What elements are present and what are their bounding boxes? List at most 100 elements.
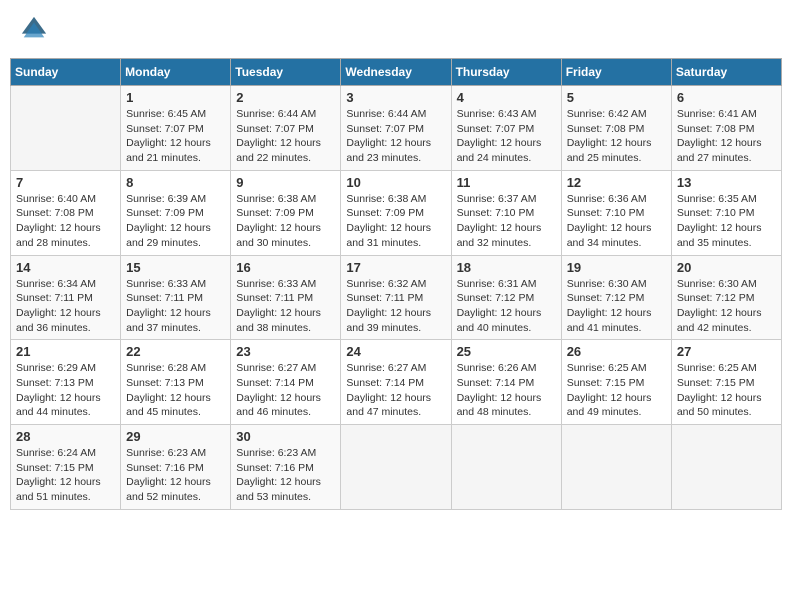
day-info: Sunrise: 6:30 AMSunset: 7:12 PMDaylight:… <box>567 277 666 336</box>
calendar-cell: 25Sunrise: 6:26 AMSunset: 7:14 PMDayligh… <box>451 340 561 425</box>
day-info: Sunrise: 6:24 AMSunset: 7:15 PMDaylight:… <box>16 446 115 505</box>
calendar-header-monday: Monday <box>121 59 231 86</box>
day-number: 12 <box>567 175 666 190</box>
day-info: Sunrise: 6:44 AMSunset: 7:07 PMDaylight:… <box>346 107 445 166</box>
day-number: 10 <box>346 175 445 190</box>
calendar-header-wednesday: Wednesday <box>341 59 451 86</box>
day-info: Sunrise: 6:35 AMSunset: 7:10 PMDaylight:… <box>677 192 776 251</box>
logo-icon <box>20 15 48 43</box>
calendar-cell: 3 Sunrise: 6:44 AMSunset: 7:07 PMDaylight… <box>341 86 451 171</box>
calendar-header-saturday: Saturday <box>671 59 781 86</box>
calendar-cell: 15 Sunrise: 6:33 AMSunset: 7:11 PMDayligh… <box>121 255 231 340</box>
day-number: 17 <box>346 260 445 275</box>
day-info: Sunrise: 6:25 AMSunset: 7:15 PMDaylight:… <box>677 361 776 420</box>
calendar-header-tuesday: Tuesday <box>231 59 341 86</box>
calendar-cell: 5 Sunrise: 6:42 AMSunset: 7:08 PMDaylight… <box>561 86 671 171</box>
day-info: Sunrise: 6:37 AMSunset: 7:10 PMDaylight:… <box>457 192 556 251</box>
calendar-cell <box>561 425 671 510</box>
calendar-table: SundayMondayTuesdayWednesdayThursdayFrid… <box>10 58 782 510</box>
day-number: 8 <box>126 175 225 190</box>
day-info: Sunrise: 6:33 AMSunset: 7:11 PMDaylight:… <box>126 277 225 336</box>
day-info: Sunrise: 6:44 AMSunset: 7:07 PMDaylight:… <box>236 107 335 166</box>
day-number: 1 <box>126 90 225 105</box>
day-info: Sunrise: 6:43 AMSunset: 7:07 PMDaylight:… <box>457 107 556 166</box>
day-info: Sunrise: 6:42 AMSunset: 7:08 PMDaylight:… <box>567 107 666 166</box>
day-number: 11 <box>457 175 556 190</box>
calendar-cell: 27 Sunrise: 6:25 AMSunset: 7:15 PMDayligh… <box>671 340 781 425</box>
calendar-cell: 19 Sunrise: 6:30 AMSunset: 7:12 PMDayligh… <box>561 255 671 340</box>
day-info: Sunrise: 6:38 AMSunset: 7:09 PMDaylight:… <box>236 192 335 251</box>
calendar-cell: 7 Sunrise: 6:40 AMSunset: 7:08 PMDaylight… <box>11 170 121 255</box>
calendar-cell: 12 Sunrise: 6:36 AMSunset: 7:10 PMDayligh… <box>561 170 671 255</box>
calendar-cell: 10Sunrise: 6:38 AMSunset: 7:09 PMDayligh… <box>341 170 451 255</box>
calendar-cell: 24 Sunrise: 6:27 AMSunset: 7:14 PMDayligh… <box>341 340 451 425</box>
calendar-cell: 17Sunrise: 6:32 AMSunset: 7:11 PMDayligh… <box>341 255 451 340</box>
day-number: 15 <box>126 260 225 275</box>
day-info: Sunrise: 6:30 AMSunset: 7:12 PMDaylight:… <box>677 277 776 336</box>
calendar-cell <box>11 86 121 171</box>
day-number: 24 <box>346 344 445 359</box>
calendar-header-sunday: Sunday <box>11 59 121 86</box>
day-number: 9 <box>236 175 335 190</box>
calendar-cell: 4 Sunrise: 6:43 AMSunset: 7:07 PMDaylight… <box>451 86 561 171</box>
day-number: 2 <box>236 90 335 105</box>
day-number: 22 <box>126 344 225 359</box>
day-number: 21 <box>16 344 115 359</box>
day-number: 13 <box>677 175 776 190</box>
day-number: 3 <box>346 90 445 105</box>
calendar-cell: 28 Sunrise: 6:24 AMSunset: 7:15 PMDayligh… <box>11 425 121 510</box>
day-number: 19 <box>567 260 666 275</box>
day-number: 23 <box>236 344 335 359</box>
day-number: 16 <box>236 260 335 275</box>
calendar-cell <box>451 425 561 510</box>
calendar-header-friday: Friday <box>561 59 671 86</box>
day-number: 28 <box>16 429 115 444</box>
day-info: Sunrise: 6:27 AMSunset: 7:14 PMDaylight:… <box>236 361 335 420</box>
day-info: Sunrise: 6:25 AMSunset: 7:15 PMDaylight:… <box>567 361 666 420</box>
day-number: 7 <box>16 175 115 190</box>
calendar-cell: 22 Sunrise: 6:28 AMSunset: 7:13 PMDayligh… <box>121 340 231 425</box>
day-number: 18 <box>457 260 556 275</box>
logo <box>20 15 50 43</box>
day-info: Sunrise: 6:23 AMSunset: 7:16 PMDaylight:… <box>236 446 335 505</box>
calendar-cell: 20 Sunrise: 6:30 AMSunset: 7:12 PMDayligh… <box>671 255 781 340</box>
day-number: 20 <box>677 260 776 275</box>
day-info: Sunrise: 6:40 AMSunset: 7:08 PMDaylight:… <box>16 192 115 251</box>
day-info: Sunrise: 6:33 AMSunset: 7:11 PMDaylight:… <box>236 277 335 336</box>
calendar-week-3: 14 Sunrise: 6:34 AMSunset: 7:11 PMDayligh… <box>11 255 782 340</box>
day-info: Sunrise: 6:27 AMSunset: 7:14 PMDaylight:… <box>346 361 445 420</box>
calendar-cell: 26 Sunrise: 6:25 AMSunset: 7:15 PMDayligh… <box>561 340 671 425</box>
day-number: 5 <box>567 90 666 105</box>
page-header <box>10 10 782 48</box>
calendar-cell: 16 Sunrise: 6:33 AMSunset: 7:11 PMDayligh… <box>231 255 341 340</box>
day-info: Sunrise: 6:41 AMSunset: 7:08 PMDaylight:… <box>677 107 776 166</box>
calendar-week-4: 21Sunrise: 6:29 AMSunset: 7:13 PMDayligh… <box>11 340 782 425</box>
calendar-cell: 11 Sunrise: 6:37 AMSunset: 7:10 PMDayligh… <box>451 170 561 255</box>
day-number: 14 <box>16 260 115 275</box>
calendar-header-row: SundayMondayTuesdayWednesdayThursdayFrid… <box>11 59 782 86</box>
calendar-cell: 1Sunrise: 6:45 AMSunset: 7:07 PMDaylight… <box>121 86 231 171</box>
calendar-cell: 9 Sunrise: 6:38 AMSunset: 7:09 PMDaylight… <box>231 170 341 255</box>
day-info: Sunrise: 6:34 AMSunset: 7:11 PMDaylight:… <box>16 277 115 336</box>
calendar-cell: 2 Sunrise: 6:44 AMSunset: 7:07 PMDaylight… <box>231 86 341 171</box>
calendar-cell: 14 Sunrise: 6:34 AMSunset: 7:11 PMDayligh… <box>11 255 121 340</box>
calendar-week-2: 7 Sunrise: 6:40 AMSunset: 7:08 PMDaylight… <box>11 170 782 255</box>
day-info: Sunrise: 6:28 AMSunset: 7:13 PMDaylight:… <box>126 361 225 420</box>
calendar-cell: 23 Sunrise: 6:27 AMSunset: 7:14 PMDayligh… <box>231 340 341 425</box>
day-info: Sunrise: 6:23 AMSunset: 7:16 PMDaylight:… <box>126 446 225 505</box>
day-info: Sunrise: 6:39 AMSunset: 7:09 PMDaylight:… <box>126 192 225 251</box>
calendar-cell: 18 Sunrise: 6:31 AMSunset: 7:12 PMDayligh… <box>451 255 561 340</box>
calendar-cell <box>341 425 451 510</box>
calendar-cell: 8 Sunrise: 6:39 AMSunset: 7:09 PMDaylight… <box>121 170 231 255</box>
day-info: Sunrise: 6:36 AMSunset: 7:10 PMDaylight:… <box>567 192 666 251</box>
calendar-header-thursday: Thursday <box>451 59 561 86</box>
day-number: 25 <box>457 344 556 359</box>
day-info: Sunrise: 6:31 AMSunset: 7:12 PMDaylight:… <box>457 277 556 336</box>
calendar-week-1: 1Sunrise: 6:45 AMSunset: 7:07 PMDaylight… <box>11 86 782 171</box>
day-number: 29 <box>126 429 225 444</box>
day-number: 26 <box>567 344 666 359</box>
day-number: 4 <box>457 90 556 105</box>
calendar-cell <box>671 425 781 510</box>
calendar-cell: 13 Sunrise: 6:35 AMSunset: 7:10 PMDayligh… <box>671 170 781 255</box>
day-number: 27 <box>677 344 776 359</box>
